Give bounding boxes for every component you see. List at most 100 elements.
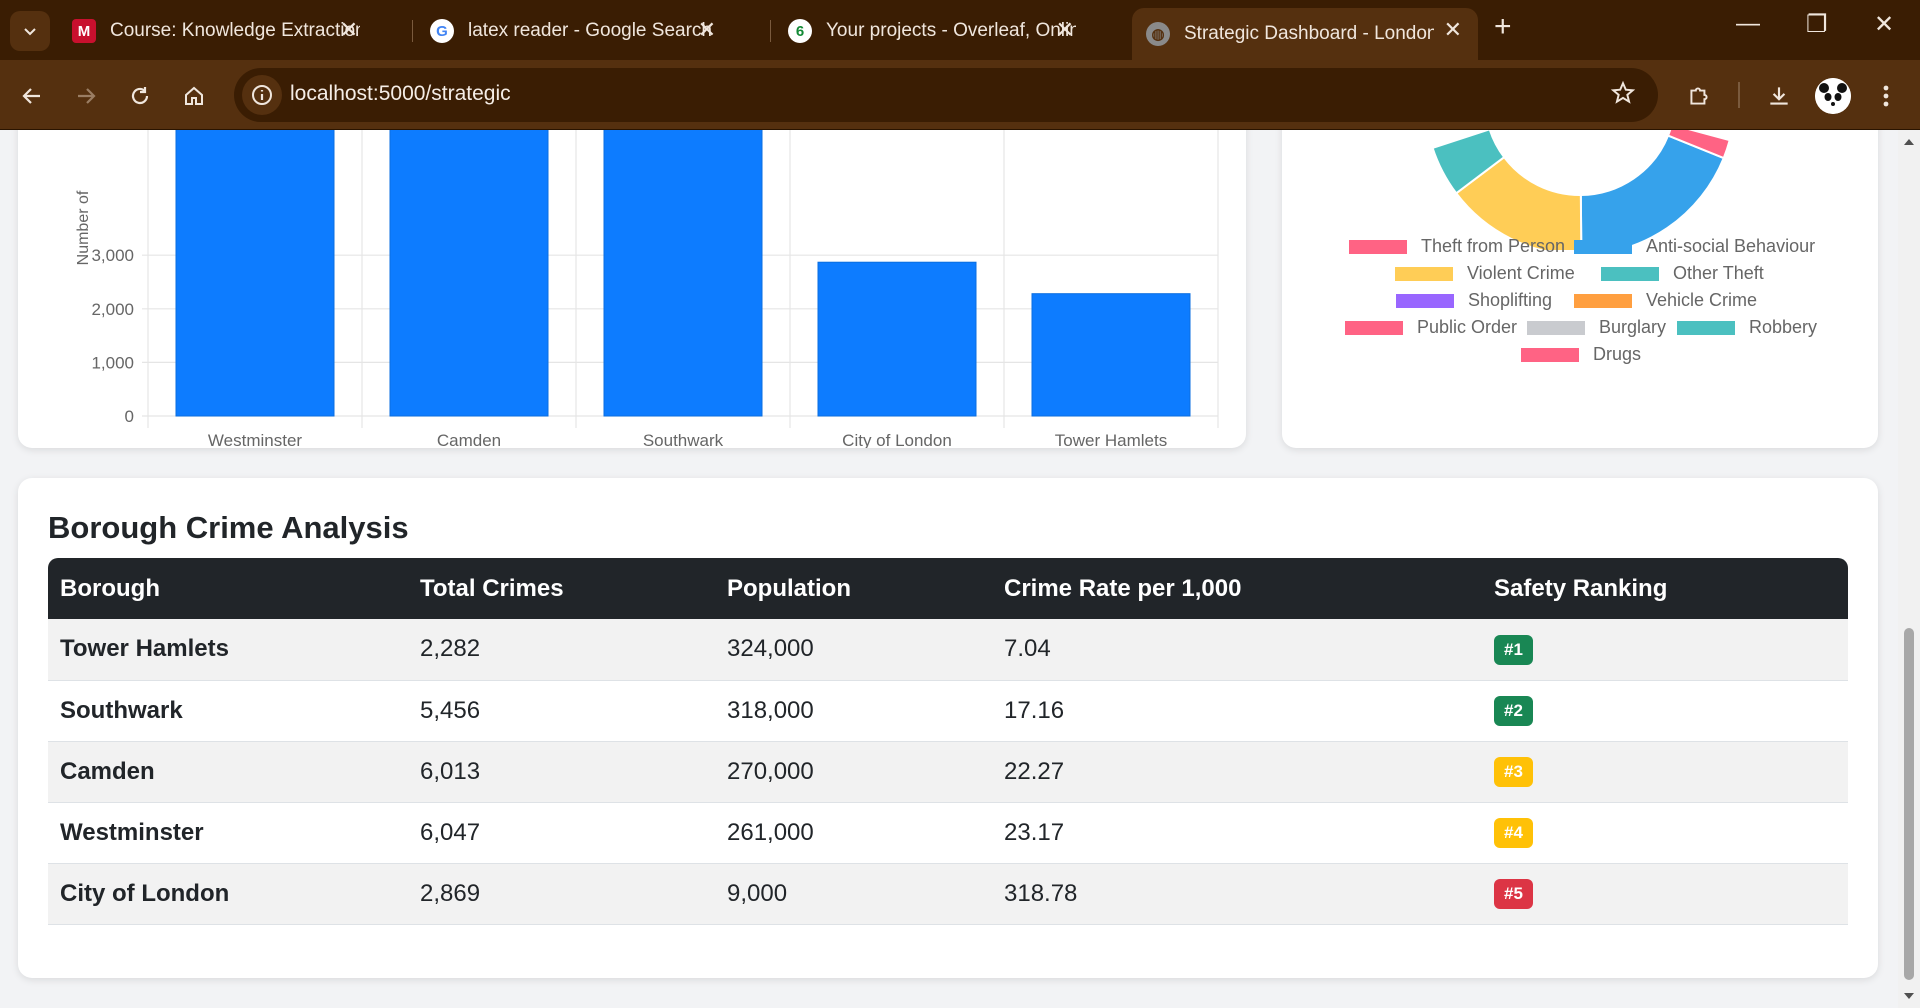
- reload-button[interactable]: [122, 78, 158, 114]
- bookmark-star-icon[interactable]: [1610, 80, 1636, 111]
- tab-moodle[interactable]: M Course: Knowledge Extraction, M ✕: [58, 8, 374, 54]
- bar[interactable]: [389, 130, 549, 417]
- legend-swatch: [1349, 239, 1407, 254]
- x-tick-label: City of London: [842, 431, 952, 448]
- close-tab-icon[interactable]: ✕: [1444, 17, 1462, 43]
- back-button[interactable]: [14, 78, 50, 114]
- arrow-right-icon: [78, 88, 96, 104]
- legend-item[interactable]: Theft from Person: [1349, 236, 1565, 257]
- download-icon: [1770, 87, 1788, 105]
- home-button[interactable]: [176, 78, 212, 114]
- browser-tab-strip: M Course: Knowledge Extraction, M ✕ G la…: [0, 0, 1920, 60]
- legend-item[interactable]: Drugs: [1521, 344, 1641, 365]
- minimize-icon[interactable]: —: [1736, 10, 1760, 38]
- borough-cell: City of London: [48, 863, 408, 925]
- close-tab-icon[interactable]: ✕: [340, 17, 358, 43]
- extensions-button[interactable]: [1681, 78, 1717, 114]
- legend-swatch: [1677, 320, 1735, 335]
- legend-swatch: [1396, 293, 1454, 308]
- overleaf-icon: 6: [788, 19, 812, 43]
- bar[interactable]: [603, 130, 763, 417]
- close-tab-icon[interactable]: ✕: [698, 17, 716, 43]
- bar[interactable]: [1031, 293, 1191, 417]
- legend-item[interactable]: Burglary: [1527, 317, 1666, 338]
- borough-cell: Camden: [48, 741, 408, 803]
- table-row: Southwark 5,456 318,000 17.16 #2: [48, 680, 1848, 742]
- downloads-button[interactable]: [1761, 78, 1797, 114]
- section-title: Borough Crime Analysis: [48, 510, 409, 545]
- close-tab-icon[interactable]: ✕: [1056, 17, 1074, 43]
- chevron-down-icon: [24, 28, 36, 36]
- close-window-icon[interactable]: ✕: [1874, 10, 1894, 39]
- tab-search-button[interactable]: [10, 11, 50, 51]
- bar[interactable]: [817, 261, 977, 417]
- kebab-menu-icon: [1883, 85, 1889, 107]
- legend-label: Vehicle Crime: [1646, 290, 1758, 310]
- legend-item[interactable]: Vehicle Crime: [1574, 290, 1757, 311]
- population-cell: 9,000: [715, 863, 992, 925]
- y-axis-label: Number of: [75, 190, 92, 265]
- page-viewport: 0 1,000 2,000 3,000 Westminster Camden Southwa…: [0, 130, 1898, 1008]
- legend-item[interactable]: Anti-social Behaviour: [1574, 236, 1815, 257]
- forward-button[interactable]: [68, 78, 104, 114]
- legend-swatch: [1345, 320, 1403, 335]
- legend-item[interactable]: Other Theft: [1601, 263, 1764, 284]
- crime-rate-cell: 17.16: [992, 680, 1482, 742]
- scroll-up-icon[interactable]: [1898, 134, 1920, 150]
- legend-item[interactable]: Violent Crime: [1395, 263, 1575, 284]
- safety-rank-badge: #3: [1494, 757, 1533, 787]
- page-scrollbar[interactable]: [1898, 130, 1920, 1008]
- new-tab-icon[interactable]: +: [1494, 10, 1512, 44]
- population-cell: 318,000: [715, 680, 992, 742]
- restore-icon[interactable]: ❐: [1806, 10, 1828, 39]
- tab-google[interactable]: G latex reader - Google Search ✕: [416, 8, 732, 54]
- total-crimes-cell: 5,456: [408, 680, 715, 742]
- legend-swatch: [1521, 347, 1579, 362]
- total-crimes-cell: 2,869: [408, 863, 715, 925]
- borough-crime-table: Borough Total Crimes Population Crime Ra…: [48, 558, 1848, 925]
- browser-menu-button[interactable]: [1868, 78, 1904, 114]
- legend-item[interactable]: Public Order: [1345, 317, 1517, 338]
- legend-item[interactable]: Shoplifting: [1396, 290, 1552, 311]
- tab-overleaf[interactable]: 6 Your projects - Overleaf, Online ✕: [774, 8, 1090, 54]
- safety-rank-badge: #2: [1494, 696, 1533, 726]
- tab-strategic-dashboard[interactable]: ◍ Strategic Dashboard - London C ✕: [1132, 8, 1478, 60]
- table-header-row: Borough Total Crimes Population Crime Ra…: [48, 558, 1848, 619]
- scroll-down-icon[interactable]: [1898, 988, 1920, 1004]
- crime-rate-cell: 22.27: [992, 741, 1482, 803]
- table-row: Westminster 6,047 261,000 23.17 #4: [48, 802, 1848, 864]
- address-bar[interactable]: localhost:5000/strategic: [234, 68, 1658, 122]
- crime-rate-cell: 7.04: [992, 619, 1482, 681]
- total-crimes-cell: 6,013: [408, 741, 715, 803]
- legend-swatch: [1601, 266, 1659, 281]
- safety-rank-badge: #1: [1494, 634, 1533, 665]
- population-cell: 270,000: [715, 741, 992, 803]
- borough-cell: Tower Hamlets: [48, 619, 408, 681]
- site-info-button[interactable]: [242, 75, 282, 115]
- borough-analysis-card: Borough Crime Analysis Borough Total Cri…: [18, 478, 1878, 978]
- crimes-by-borough-bar-chart: 0 1,000 2,000 3,000 Westminster Camden Southwa…: [75, 130, 1219, 450]
- safety-rank-badge: #5: [1494, 879, 1533, 909]
- reload-icon: [131, 87, 149, 105]
- total-crimes-cell: 2,282: [408, 619, 715, 681]
- bar[interactable]: [175, 130, 335, 417]
- legend-label: Other Theft: [1673, 263, 1764, 283]
- header-crime-rate: Crime Rate per 1,000: [1004, 574, 1242, 602]
- crime-rate-cell: 23.17: [992, 802, 1482, 864]
- legend-label: Theft from Person: [1421, 236, 1566, 256]
- legend-swatch: [1527, 320, 1585, 335]
- x-tick-label: Camden: [437, 431, 501, 448]
- population-cell: 324,000: [715, 619, 992, 681]
- puzzle-icon: [1690, 87, 1708, 105]
- crime-rate-cell: 318.78: [992, 863, 1482, 925]
- y-tick-label: 2,000: [91, 300, 134, 319]
- profile-avatar[interactable]: [1815, 78, 1851, 114]
- total-crimes-cell: 6,047: [408, 802, 715, 864]
- pie-slice-anti-social-behaviour[interactable]: [1579, 134, 1726, 250]
- y-tick-label: 3,000: [91, 246, 134, 265]
- legend-label: Public Order: [1417, 317, 1518, 337]
- legend-item[interactable]: Robbery: [1677, 317, 1817, 338]
- moodle-icon: M: [72, 19, 96, 43]
- url-text: localhost:5000/strategic: [290, 82, 511, 105]
- scrollbar-thumb[interactable]: [1904, 628, 1914, 980]
